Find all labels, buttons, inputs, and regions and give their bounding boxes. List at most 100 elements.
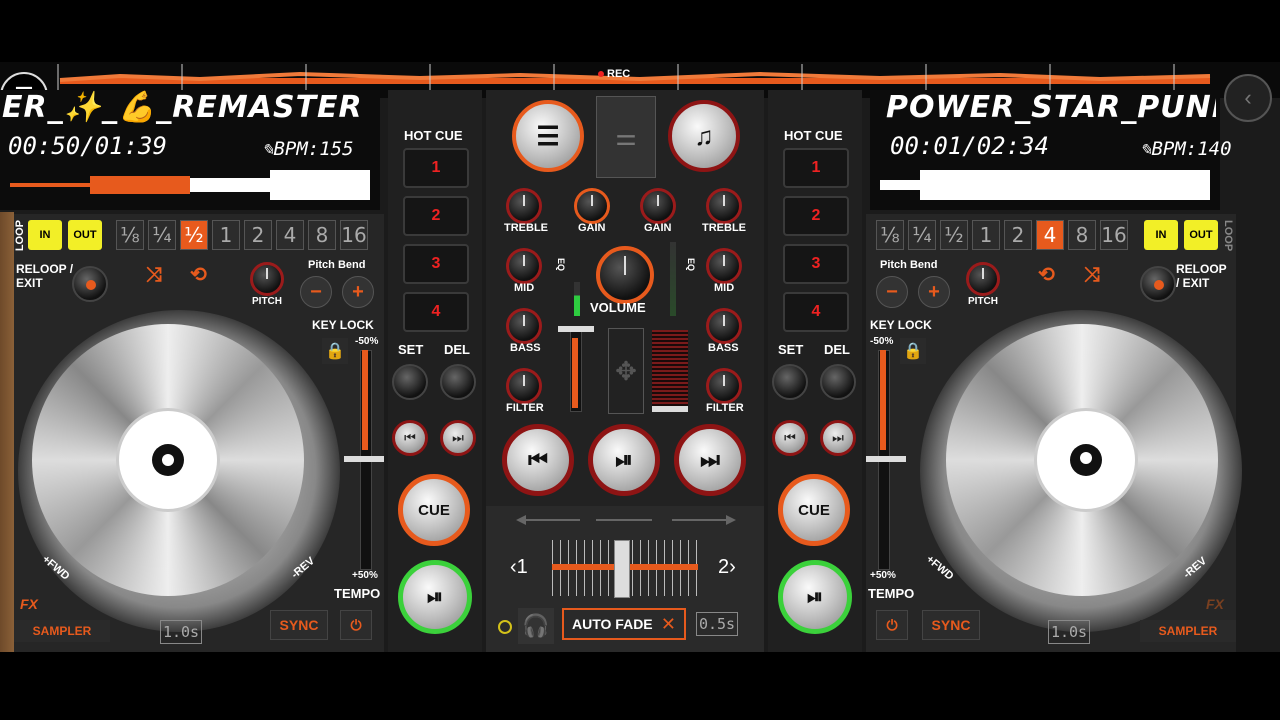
left-loop-size-button[interactable]: ½ [180, 220, 208, 250]
left-sync-button[interactable]: SYNC [270, 610, 328, 640]
right-cue-button[interactable]: CUE [778, 474, 850, 546]
left-mid-knob[interactable] [506, 248, 542, 284]
lock-icon: 🔒 [325, 343, 345, 360]
left-hot-cue-4[interactable]: 4 [403, 292, 469, 332]
left-sampler-button[interactable]: SAMPLER [14, 620, 110, 642]
left-loop-size-button[interactable]: 4 [276, 220, 304, 250]
left-fx-label[interactable]: FX [20, 596, 38, 612]
left-loop-out-button[interactable]: OUT [68, 220, 102, 250]
right-del-knob[interactable] [820, 364, 856, 400]
left-loop-size-button[interactable]: 1 [212, 220, 240, 250]
left-next-cue-button[interactable]: ⏭ [440, 420, 476, 456]
left-loop-size-button[interactable]: 16 [340, 220, 368, 250]
left-play-pause-button[interactable]: ⏯ [398, 560, 472, 634]
rec-indicator[interactable]: REC [598, 68, 630, 80]
right-loop-size-button[interactable]: 8 [1068, 220, 1096, 250]
right-fx-label[interactable]: FX [1206, 596, 1224, 612]
right-loop-in-button[interactable]: IN [1144, 220, 1178, 250]
right-pitch-bend-plus[interactable]: + [918, 276, 950, 308]
left-waveform[interactable] [10, 168, 370, 202]
left-pitch-bend-plus[interactable]: + [342, 276, 374, 308]
left-bass-knob[interactable] [506, 308, 542, 344]
right-filter-knob[interactable] [706, 368, 742, 404]
headphones-button[interactable]: 🎧 [518, 608, 554, 644]
left-tap-button[interactable]: ⏻ [340, 610, 372, 640]
right-treble-knob[interactable] [706, 188, 742, 224]
left-pitch-bend-minus[interactable]: − [300, 276, 332, 308]
right-tap-button[interactable]: ⏻ [876, 610, 908, 640]
right-loop-size-button[interactable]: ¼ [908, 220, 936, 250]
left-bpm[interactable]: ✎BPM:155 [262, 138, 354, 160]
right-hot-cue-2[interactable]: 2 [783, 196, 849, 236]
left-del-knob[interactable] [440, 364, 476, 400]
left-pitch-knob[interactable] [250, 262, 284, 296]
left-hot-cue-1[interactable]: 1 [403, 148, 469, 188]
right-next-cue-button[interactable]: ⏭ [820, 420, 856, 456]
right-loop-size-button[interactable]: ⅛ [876, 220, 904, 250]
close-icon[interactable]: ✕ [661, 614, 676, 635]
right-mid-knob[interactable] [706, 248, 742, 284]
right-bass-knob[interactable] [706, 308, 742, 344]
right-pitch-bend-minus[interactable]: − [876, 276, 908, 308]
right-hot-cue-1[interactable]: 1 [783, 148, 849, 188]
left-prev-cue-button[interactable]: ⏮ [392, 420, 428, 456]
left-repeat-icon[interactable]: ⟲ [190, 262, 207, 287]
mixer-center-icon[interactable]: ✥ [608, 328, 644, 414]
right-waveform[interactable] [880, 168, 1210, 202]
master-play-pause-button[interactable]: ⏯ [588, 424, 660, 496]
right-sync-button[interactable]: SYNC [922, 610, 980, 640]
left-reloop-button[interactable] [72, 266, 108, 302]
right-loop-size-button[interactable]: 16 [1100, 220, 1128, 250]
left-loop-in-button[interactable]: IN [28, 220, 62, 250]
right-repeat-icon[interactable]: ⟲ [1038, 262, 1055, 287]
headphone-indicator[interactable] [498, 620, 512, 634]
right-hot-cue-4[interactable]: 4 [783, 292, 849, 332]
right-loop-size-button[interactable]: 4 [1036, 220, 1064, 250]
left-set-knob[interactable] [392, 364, 428, 400]
left-shuffle-icon[interactable]: ⤨ [146, 264, 162, 287]
right-sampler-button[interactable]: SAMPLER [1140, 620, 1236, 642]
right-hot-cue-3[interactable]: 3 [783, 244, 849, 284]
music-library-button[interactable]: ♫ [668, 100, 740, 172]
volume-knob[interactable] [596, 246, 654, 304]
auto-fade-button[interactable]: AUTO FADE ✕ [562, 608, 686, 640]
right-set-knob[interactable] [772, 364, 808, 400]
left-loop-size-button[interactable]: ⅛ [116, 220, 144, 250]
right-set-label: SET [778, 342, 804, 357]
crossfader-handle[interactable] [614, 540, 630, 598]
right-prev-cue-button[interactable]: ⏮ [772, 420, 808, 456]
left-loop-size-button[interactable]: 2 [244, 220, 272, 250]
back-button[interactable]: ‹ [1224, 74, 1272, 122]
right-loop-size-button[interactable]: 2 [1004, 220, 1032, 250]
left-loop-size-button[interactable]: 8 [308, 220, 336, 250]
fade-time[interactable]: 0.5s [696, 612, 738, 636]
right-play-pause-button[interactable]: ⏯ [778, 560, 852, 634]
right-shuffle-icon[interactable]: ⤨ [1084, 264, 1100, 287]
left-gain-knob[interactable] [574, 188, 610, 224]
right-tempo-handle[interactable] [866, 456, 906, 462]
left-channel-fader-handle[interactable] [558, 326, 594, 332]
right-gain-knob[interactable] [640, 188, 676, 224]
mixer-toggle-button[interactable]: ⚌ [596, 96, 656, 178]
left-key-lock-button[interactable]: 🔒 [322, 338, 348, 364]
right-key-lock-button[interactable]: 🔒 [900, 338, 926, 364]
right-pitch-knob[interactable] [966, 262, 1000, 296]
left-filter-knob[interactable] [506, 368, 542, 404]
right-loop-out-button[interactable]: OUT [1184, 220, 1218, 250]
left-tempo-handle[interactable] [344, 456, 384, 462]
left-loop-size-button[interactable]: ¼ [148, 220, 176, 250]
right-reloop-button[interactable] [1140, 266, 1176, 302]
left-treble-knob[interactable] [506, 188, 542, 224]
next-track-button[interactable]: ⏭ [674, 424, 746, 496]
left-hot-cue-2[interactable]: 2 [403, 196, 469, 236]
left-cue-button[interactable]: CUE [398, 474, 470, 546]
right-loop-size-button[interactable]: 1 [972, 220, 1000, 250]
prev-track-button[interactable]: ⏮ [502, 424, 574, 496]
left-duration[interactable]: 1.0s [160, 620, 202, 644]
right-channel-fader-handle[interactable] [652, 406, 688, 412]
playlist-button[interactable]: ☰ [512, 100, 584, 172]
right-bpm[interactable]: ✎BPM:140 [1140, 138, 1232, 160]
left-hot-cue-3[interactable]: 3 [403, 244, 469, 284]
right-duration[interactable]: 1.0s [1048, 620, 1090, 644]
right-loop-size-button[interactable]: ½ [940, 220, 968, 250]
